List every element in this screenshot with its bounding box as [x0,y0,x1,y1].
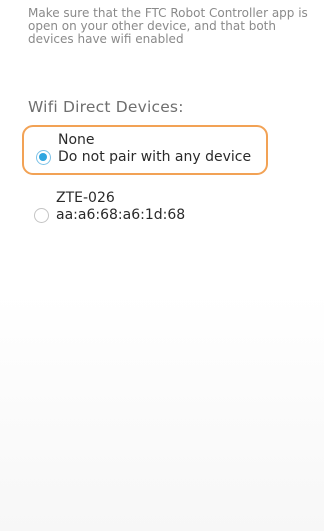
instructions-text: Make sure that the FTC Robot Controller … [28,6,308,46]
radio-unselected-icon[interactable] [34,208,49,223]
device-detail: Do not pair with any device [58,149,252,165]
radio-selected-icon[interactable] [36,150,51,165]
device-option-none[interactable]: None Do not pair with any device [22,125,268,175]
section-title: Wifi Direct Devices: [28,98,184,116]
device-name: None [58,132,95,148]
device-mac-address: aa:a6:68:a6:1d:68 [56,207,186,223]
device-option-zte-026[interactable]: ZTE-026 aa:a6:68:a6:1d:68 [22,187,268,237]
device-name: ZTE-026 [56,190,115,206]
pairing-screen: Make sure that the FTC Robot Controller … [0,0,324,531]
